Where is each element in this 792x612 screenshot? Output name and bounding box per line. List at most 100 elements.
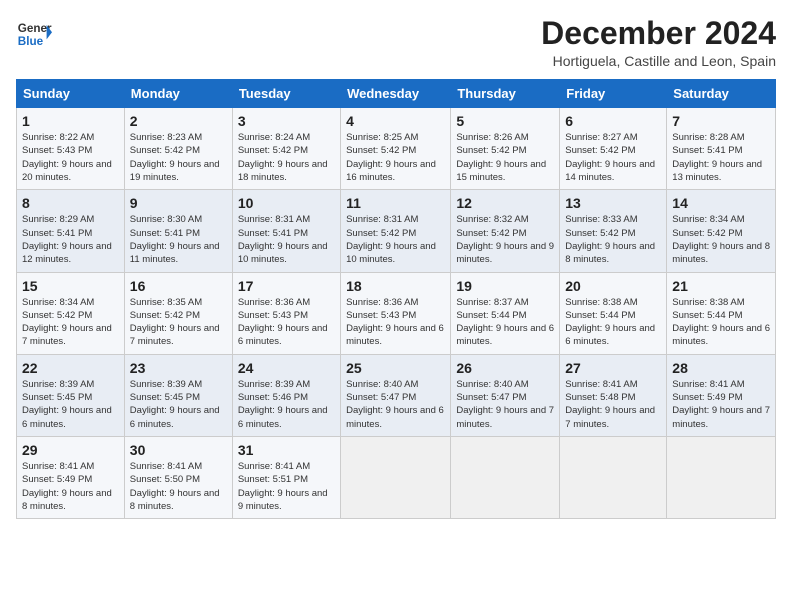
day-number: 2 bbox=[130, 113, 227, 129]
calendar-cell: 31 Sunrise: 8:41 AMSunset: 5:51 PMDayligh… bbox=[232, 436, 340, 518]
calendar-cell: 18 Sunrise: 8:36 AMSunset: 5:43 PMDayligh… bbox=[341, 272, 451, 354]
day-number: 7 bbox=[672, 113, 770, 129]
logo-icon: General Blue bbox=[16, 16, 52, 52]
day-info: Sunrise: 8:23 AMSunset: 5:42 PMDaylight:… bbox=[130, 131, 227, 184]
day-info: Sunrise: 8:38 AMSunset: 5:44 PMDaylight:… bbox=[565, 296, 661, 349]
day-number: 20 bbox=[565, 278, 661, 294]
calendar-cell: 6 Sunrise: 8:27 AMSunset: 5:42 PMDaylight… bbox=[560, 108, 667, 190]
day-info: Sunrise: 8:38 AMSunset: 5:44 PMDaylight:… bbox=[672, 296, 770, 349]
day-info: Sunrise: 8:36 AMSunset: 5:43 PMDaylight:… bbox=[238, 296, 335, 349]
day-number: 28 bbox=[672, 360, 770, 376]
calendar-cell: 8 Sunrise: 8:29 AMSunset: 5:41 PMDaylight… bbox=[17, 190, 125, 272]
calendar-cell bbox=[341, 436, 451, 518]
day-info: Sunrise: 8:33 AMSunset: 5:42 PMDaylight:… bbox=[565, 213, 661, 266]
calendar-cell: 3Sunrise: 8:24 AMSunset: 5:42 PMDaylight… bbox=[232, 108, 340, 190]
day-info: Sunrise: 8:31 AMSunset: 5:42 PMDaylight:… bbox=[346, 213, 445, 266]
day-info: Sunrise: 8:32 AMSunset: 5:42 PMDaylight:… bbox=[456, 213, 554, 266]
day-number: 9 bbox=[130, 195, 227, 211]
col-header-monday: Monday bbox=[124, 80, 232, 108]
day-number: 27 bbox=[565, 360, 661, 376]
day-info: Sunrise: 8:34 AMSunset: 5:42 PMDaylight:… bbox=[672, 213, 770, 266]
col-header-saturday: Saturday bbox=[667, 80, 776, 108]
day-info: Sunrise: 8:30 AMSunset: 5:41 PMDaylight:… bbox=[130, 213, 227, 266]
calendar-cell: 28 Sunrise: 8:41 AMSunset: 5:49 PMDayligh… bbox=[667, 354, 776, 436]
col-header-thursday: Thursday bbox=[451, 80, 560, 108]
day-number: 12 bbox=[456, 195, 554, 211]
day-number: 6 bbox=[565, 113, 661, 129]
day-info: Sunrise: 8:27 AMSunset: 5:42 PMDaylight:… bbox=[565, 131, 661, 184]
calendar-cell bbox=[451, 436, 560, 518]
day-info: Sunrise: 8:25 AMSunset: 5:42 PMDaylight:… bbox=[346, 131, 445, 184]
calendar-cell: 7 Sunrise: 8:28 AMSunset: 5:41 PMDaylight… bbox=[667, 108, 776, 190]
day-info: Sunrise: 8:41 AMSunset: 5:49 PMDaylight:… bbox=[22, 460, 119, 513]
calendar-week-row: 1Sunrise: 8:22 AMSunset: 5:43 PMDaylight… bbox=[17, 108, 776, 190]
day-info: Sunrise: 8:31 AMSunset: 5:41 PMDaylight:… bbox=[238, 213, 335, 266]
calendar-header-row: SundayMondayTuesdayWednesdayThursdayFrid… bbox=[17, 80, 776, 108]
day-number: 10 bbox=[238, 195, 335, 211]
calendar-cell: 15 Sunrise: 8:34 AMSunset: 5:42 PMDayligh… bbox=[17, 272, 125, 354]
calendar-cell: 23 Sunrise: 8:39 AMSunset: 5:45 PMDayligh… bbox=[124, 354, 232, 436]
title-block: December 2024 Hortiguela, Castille and L… bbox=[541, 16, 776, 69]
logo: General Blue bbox=[16, 16, 52, 52]
day-info: Sunrise: 8:39 AMSunset: 5:45 PMDaylight:… bbox=[22, 378, 119, 431]
calendar-cell: 14Sunrise: 8:34 AMSunset: 5:42 PMDayligh… bbox=[667, 190, 776, 272]
calendar-cell: 27 Sunrise: 8:41 AMSunset: 5:48 PMDayligh… bbox=[560, 354, 667, 436]
day-info: Sunrise: 8:34 AMSunset: 5:42 PMDaylight:… bbox=[22, 296, 119, 349]
day-number: 4 bbox=[346, 113, 445, 129]
day-info: Sunrise: 8:39 AMSunset: 5:46 PMDaylight:… bbox=[238, 378, 335, 431]
day-info: Sunrise: 8:37 AMSunset: 5:44 PMDaylight:… bbox=[456, 296, 554, 349]
day-number: 18 bbox=[346, 278, 445, 294]
day-number: 30 bbox=[130, 442, 227, 458]
day-info: Sunrise: 8:29 AMSunset: 5:41 PMDaylight:… bbox=[22, 213, 119, 266]
subtitle: Hortiguela, Castille and Leon, Spain bbox=[541, 53, 776, 69]
day-number: 8 bbox=[22, 195, 119, 211]
day-info: Sunrise: 8:26 AMSunset: 5:42 PMDaylight:… bbox=[456, 131, 554, 184]
page-header: General Blue December 2024 Hortiguela, C… bbox=[16, 16, 776, 69]
col-header-sunday: Sunday bbox=[17, 80, 125, 108]
day-info: Sunrise: 8:24 AMSunset: 5:42 PMDaylight:… bbox=[238, 131, 335, 184]
calendar-cell: 2 Sunrise: 8:23 AMSunset: 5:42 PMDaylight… bbox=[124, 108, 232, 190]
day-info: Sunrise: 8:40 AMSunset: 5:47 PMDaylight:… bbox=[456, 378, 554, 431]
day-info: Sunrise: 8:41 AMSunset: 5:51 PMDaylight:… bbox=[238, 460, 335, 513]
calendar-week-row: 8 Sunrise: 8:29 AMSunset: 5:41 PMDaylight… bbox=[17, 190, 776, 272]
day-info: Sunrise: 8:41 AMSunset: 5:48 PMDaylight:… bbox=[565, 378, 661, 431]
calendar-cell: 19 Sunrise: 8:37 AMSunset: 5:44 PMDayligh… bbox=[451, 272, 560, 354]
calendar-week-row: 22 Sunrise: 8:39 AMSunset: 5:45 PMDayligh… bbox=[17, 354, 776, 436]
day-number: 16 bbox=[130, 278, 227, 294]
calendar-cell: 20 Sunrise: 8:38 AMSunset: 5:44 PMDayligh… bbox=[560, 272, 667, 354]
svg-text:Blue: Blue bbox=[18, 35, 44, 48]
day-number: 19 bbox=[456, 278, 554, 294]
day-number: 1 bbox=[22, 113, 119, 129]
day-info: Sunrise: 8:28 AMSunset: 5:41 PMDaylight:… bbox=[672, 131, 770, 184]
calendar-cell: 26 Sunrise: 8:40 AMSunset: 5:47 PMDayligh… bbox=[451, 354, 560, 436]
calendar-week-row: 15 Sunrise: 8:34 AMSunset: 5:42 PMDayligh… bbox=[17, 272, 776, 354]
calendar-cell: 12 Sunrise: 8:32 AMSunset: 5:42 PMDayligh… bbox=[451, 190, 560, 272]
calendar-cell: 17Sunrise: 8:36 AMSunset: 5:43 PMDayligh… bbox=[232, 272, 340, 354]
day-number: 24 bbox=[238, 360, 335, 376]
day-number: 22 bbox=[22, 360, 119, 376]
main-title: December 2024 bbox=[541, 16, 776, 51]
calendar-cell: 16 Sunrise: 8:35 AMSunset: 5:42 PMDayligh… bbox=[124, 272, 232, 354]
day-number: 31 bbox=[238, 442, 335, 458]
day-info: Sunrise: 8:36 AMSunset: 5:43 PMDaylight:… bbox=[346, 296, 445, 349]
day-info: Sunrise: 8:41 AMSunset: 5:50 PMDaylight:… bbox=[130, 460, 227, 513]
day-number: 26 bbox=[456, 360, 554, 376]
col-header-friday: Friday bbox=[560, 80, 667, 108]
day-info: Sunrise: 8:35 AMSunset: 5:42 PMDaylight:… bbox=[130, 296, 227, 349]
calendar-cell bbox=[667, 436, 776, 518]
day-number: 11 bbox=[346, 195, 445, 211]
day-info: Sunrise: 8:41 AMSunset: 5:49 PMDaylight:… bbox=[672, 378, 770, 431]
day-number: 23 bbox=[130, 360, 227, 376]
day-number: 5 bbox=[456, 113, 554, 129]
calendar-cell: 5 Sunrise: 8:26 AMSunset: 5:42 PMDaylight… bbox=[451, 108, 560, 190]
col-header-tuesday: Tuesday bbox=[232, 80, 340, 108]
col-header-wednesday: Wednesday bbox=[341, 80, 451, 108]
day-number: 15 bbox=[22, 278, 119, 294]
calendar-cell: 11 Sunrise: 8:31 AMSunset: 5:42 PMDayligh… bbox=[341, 190, 451, 272]
day-number: 29 bbox=[22, 442, 119, 458]
calendar-cell: 21Sunrise: 8:38 AMSunset: 5:44 PMDayligh… bbox=[667, 272, 776, 354]
calendar-cell: 29 Sunrise: 8:41 AMSunset: 5:49 PMDayligh… bbox=[17, 436, 125, 518]
day-info: Sunrise: 8:39 AMSunset: 5:45 PMDaylight:… bbox=[130, 378, 227, 431]
calendar-cell: 24 Sunrise: 8:39 AMSunset: 5:46 PMDayligh… bbox=[232, 354, 340, 436]
calendar-week-row: 29 Sunrise: 8:41 AMSunset: 5:49 PMDayligh… bbox=[17, 436, 776, 518]
